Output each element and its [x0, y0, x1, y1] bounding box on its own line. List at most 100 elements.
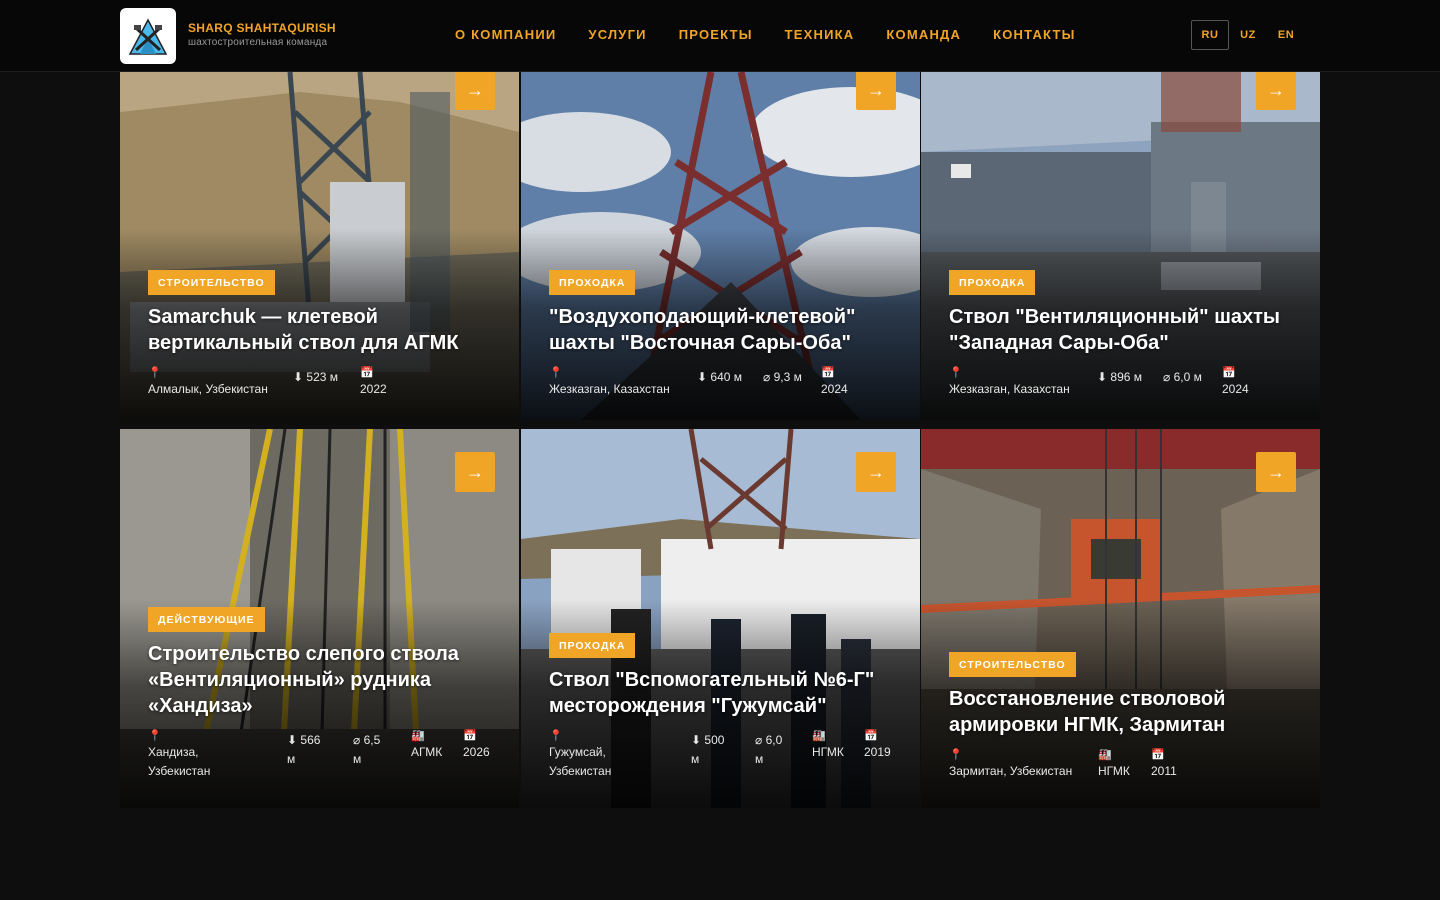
meta-year: 📅 2022	[360, 366, 387, 399]
depth-text: 896 м	[1110, 370, 1143, 384]
project-title[interactable]: Ствол "Вентиляционный" шахты "Западная С…	[949, 304, 1299, 356]
meta-location: 📍 Хандиза, Узбекистан	[148, 729, 210, 781]
location-text: Гужумсай,	[549, 745, 606, 759]
client-text: НГМК	[1098, 764, 1130, 778]
nav-equipment[interactable]: ТЕХНИКА	[785, 27, 855, 42]
depth-unit: м	[287, 752, 296, 766]
category-badge: ДЕЙСТВУЮЩИЕ	[148, 607, 265, 632]
diameter-unit: м	[353, 752, 362, 766]
map-pin-icon: 📍	[549, 367, 563, 379]
meta-depth: ⬇ 523 м	[293, 368, 338, 387]
map-pin-icon: 📍	[949, 749, 963, 761]
location-text: Алмалык, Узбекистан	[148, 382, 268, 396]
calendar-icon: 📅	[864, 730, 878, 742]
depth-icon: ⬇	[293, 370, 304, 384]
language-switcher: RU UZ EN	[1191, 20, 1305, 50]
open-project-button[interactable]: →	[856, 72, 896, 110]
calendar-icon: 📅	[821, 367, 835, 379]
open-project-button[interactable]: →	[455, 72, 495, 110]
year-text: 2011	[1151, 764, 1177, 778]
mountain-logo-icon	[128, 18, 168, 55]
project-title[interactable]: Ствол "Вспомогательный №6-Г" месторожден…	[549, 667, 889, 719]
diameter-icon: ⌀	[1163, 370, 1171, 384]
calendar-icon: 📅	[1151, 749, 1165, 761]
open-project-button[interactable]: →	[1256, 452, 1296, 492]
project-title[interactable]: "Воздухоподающий-клетевой" шахты "Восточ…	[549, 304, 889, 356]
location-text: Узбекистан	[549, 764, 612, 778]
project-card[interactable]: → СТРОИТЕЛЬСТВО Samarchuk — клетевой вер…	[120, 72, 519, 420]
main-nav: О КОМПАНИИ УСЛУГИ ПРОЕКТЫ ТЕХНИКА КОМАНД…	[455, 27, 1108, 42]
project-card[interactable]: → ПРОХОДКА "Воздухоподающий-клетевой" ша…	[521, 72, 920, 420]
nav-services[interactable]: УСЛУГИ	[588, 27, 646, 42]
diameter-unit: м	[755, 752, 764, 766]
project-title[interactable]: Восстановление стволовой армировки НГМК,…	[949, 686, 1249, 738]
meta-client: 🏭 АГМК	[411, 729, 442, 762]
depth-icon: ⬇	[691, 733, 702, 747]
diameter-icon: ⌀	[353, 733, 361, 747]
nav-contacts[interactable]: КОНТАКТЫ	[993, 27, 1075, 42]
year-text: 2022	[360, 382, 387, 396]
calendar-icon: 📅	[360, 367, 374, 379]
location-text: Хандиза,	[148, 745, 199, 759]
meta-year: 📅 2024	[821, 366, 848, 399]
project-card[interactable]: → СТРОИТЕЛЬСТВО Восстановление стволовой…	[921, 429, 1320, 808]
diameter-text: 6,0 м	[1173, 370, 1202, 384]
lang-uz[interactable]: UZ	[1229, 20, 1267, 50]
calendar-icon: 📅	[463, 730, 477, 742]
project-title[interactable]: Samarchuk — клетевой вертикальный ствол …	[148, 304, 498, 356]
depth-value: 566	[300, 733, 321, 747]
meta-depth: ⬇ 566 м	[287, 731, 320, 769]
diameter-value: 6,5	[363, 733, 381, 747]
project-card[interactable]: → ПРОХОДКА Ствол "Вентиляционный" шахты …	[921, 72, 1320, 420]
meta-location: 📍 Гужумсай, Узбекистан	[549, 729, 611, 781]
meta-location: 📍 Жезказган, Казахстан	[949, 366, 1070, 399]
map-pin-icon: 📍	[148, 730, 162, 742]
depth-unit: м	[691, 752, 700, 766]
depth-icon: ⬇	[287, 733, 298, 747]
map-pin-icon: 📍	[949, 367, 963, 379]
meta-diameter: ⌀ 6,0 м	[1163, 368, 1202, 387]
project-title[interactable]: Строительство слепого ствола «Вентиляцио…	[148, 641, 498, 719]
depth-value: 500	[704, 733, 725, 747]
meta-location: 📍 Зармитан, Узбекистан	[949, 748, 1072, 781]
nav-projects[interactable]: ПРОЕКТЫ	[679, 27, 753, 42]
category-badge: СТРОИТЕЛЬСТВО	[148, 270, 275, 295]
project-card[interactable]: → ПРОХОДКА Ствол "Вспомогательный №6-Г" …	[521, 429, 920, 808]
meta-depth: ⬇ 640 м	[697, 368, 742, 387]
map-pin-icon: 📍	[148, 367, 162, 379]
open-project-button[interactable]: →	[1256, 72, 1296, 110]
open-project-button[interactable]: →	[455, 452, 495, 492]
category-badge: ПРОХОДКА	[549, 270, 636, 295]
meta-diameter: ⌀ 6,0 м	[755, 731, 782, 769]
meta-client: 🏭 НГМК	[812, 729, 844, 762]
company-logo[interactable]	[120, 8, 176, 64]
diameter-icon: ⌀	[755, 733, 763, 747]
meta-year: 📅 2026	[463, 729, 490, 762]
brand-tagline: шахтостроительная команда	[188, 37, 328, 48]
year-text: 2026	[463, 745, 490, 759]
category-badge: ПРОХОДКА	[549, 633, 636, 658]
open-project-button[interactable]: →	[856, 452, 896, 492]
client-text: АГМК	[411, 745, 443, 759]
year-text: 2019	[864, 745, 891, 759]
meta-diameter: ⌀ 9,3 м	[763, 368, 802, 387]
calendar-icon: 📅	[1222, 367, 1236, 379]
diameter-icon: ⌀	[763, 370, 771, 384]
nav-team[interactable]: КОМАНДА	[886, 27, 961, 42]
nav-about[interactable]: О КОМПАНИИ	[455, 27, 556, 42]
client-text: НГМК	[812, 745, 844, 759]
depth-icon: ⬇	[1097, 370, 1108, 384]
meta-depth: ⬇ 500 м	[691, 731, 724, 769]
meta-location: 📍 Жезказган, Казахстан	[549, 366, 670, 399]
meta-year: 📅 2024	[1222, 366, 1249, 399]
lang-ru[interactable]: RU	[1191, 20, 1229, 50]
brand-name[interactable]: SHARQ SHAHTAQURISH	[188, 21, 336, 35]
project-card[interactable]: → ДЕЙСТВУЮЩИЕ Строительство слепого ство…	[120, 429, 519, 808]
depth-text: 640 м	[710, 370, 743, 384]
meta-client: 🏭 НГМК	[1098, 748, 1130, 781]
meta-diameter: ⌀ 6,5 м	[353, 731, 380, 769]
location-text: Зармитан, Узбекистан	[949, 764, 1073, 778]
lang-en[interactable]: EN	[1267, 20, 1305, 50]
meta-year: 📅 2019	[864, 729, 891, 762]
factory-icon: 🏭	[411, 730, 425, 742]
